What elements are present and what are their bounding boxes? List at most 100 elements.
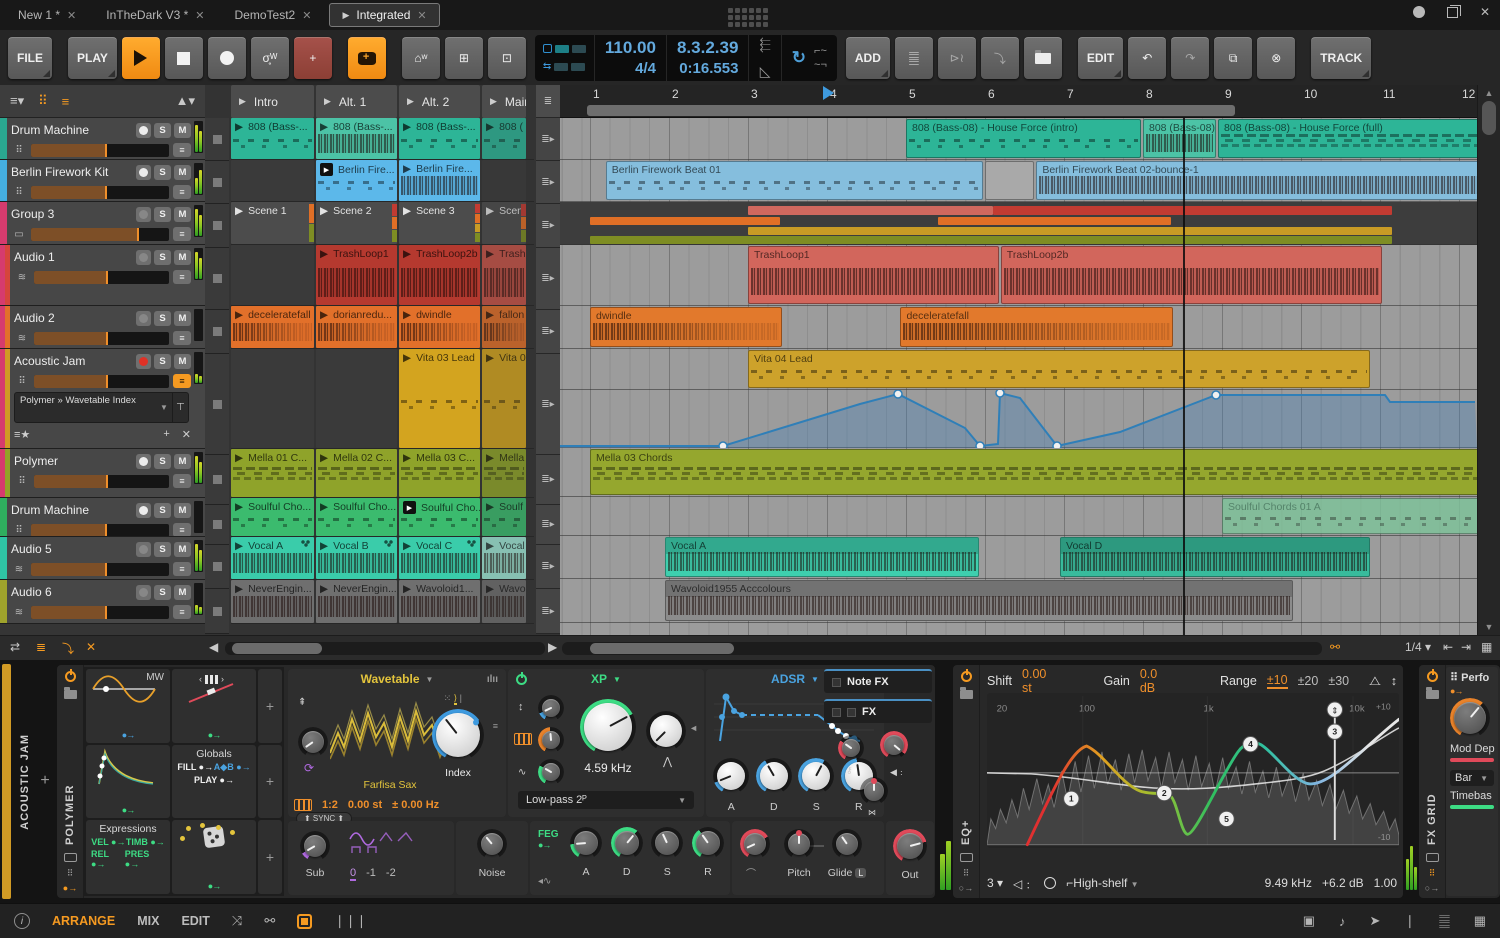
add-group-track-button[interactable] xyxy=(1023,36,1062,79)
knob-osc-shape[interactable] xyxy=(298,727,328,757)
launcher-clip[interactable]: ▶ NeverEngin... xyxy=(231,580,314,623)
volume-fader[interactable] xyxy=(31,562,169,576)
launcher-clip[interactable]: ▶ Vocal xyxy=(482,537,526,579)
track-row[interactable]: Group 3 S M ▭ ≡ xyxy=(0,202,205,245)
tab-close-icon[interactable]: ✕ xyxy=(302,9,311,22)
eq-band-type-select[interactable]: ⌐High-shelf ▼ xyxy=(1066,876,1138,890)
solo-button[interactable]: S xyxy=(154,453,171,469)
wavetable-list-icon[interactable]: ılıı xyxy=(487,674,498,685)
project-tab[interactable]: InTheDark V3 * ✕ xyxy=(94,3,216,27)
eq-range-20[interactable]: ±20 xyxy=(1298,674,1319,688)
tab-close-icon[interactable]: ✕ xyxy=(67,9,76,22)
time-signature-value[interactable]: 4/4 xyxy=(605,60,656,77)
arranger-clip[interactable]: TrashLoop1 xyxy=(748,246,999,304)
play-button[interactable] xyxy=(121,36,160,79)
position-display[interactable]: 8.3.2.39 0:16.553 xyxy=(667,34,750,81)
volume-fader[interactable] xyxy=(31,143,169,157)
dual-panel-icon[interactable]: ⤨ xyxy=(232,913,242,929)
modulator-globals[interactable]: Globals FILL ●→ A◆B ●→ PLAY ●→ xyxy=(172,744,256,819)
modulator-out-icon[interactable]: ●→ xyxy=(63,884,77,893)
launcher-clip[interactable]: ▶ Wavoloid1... xyxy=(399,580,480,623)
launcher-clip[interactable]: ▶ 808 ( xyxy=(482,118,526,159)
remove-modulation-icon[interactable]: ✕ xyxy=(182,428,191,441)
knob-voice-volume[interactable] xyxy=(880,731,908,759)
mute-button[interactable]: M xyxy=(174,353,191,369)
scroll-up-arrow[interactable]: ▲ xyxy=(1478,88,1500,98)
fx-grid-power-icon[interactable] xyxy=(1426,669,1438,682)
launcher-clip[interactable]: ▶ Mella 03 C... xyxy=(399,449,480,497)
mute-button[interactable]: M xyxy=(174,249,191,265)
vertical-scrollbar[interactable]: ▲ ▼ xyxy=(1477,85,1500,635)
track-menu-button[interactable]: ≡ xyxy=(173,562,191,576)
solo-button[interactable]: S xyxy=(154,584,171,600)
knob-velocity-sens[interactable] xyxy=(838,735,864,761)
project-tab[interactable]: ▶ Integrated ✕ xyxy=(329,3,440,27)
record-arm-button[interactable] xyxy=(136,310,151,326)
mute-button[interactable]: M xyxy=(174,584,191,600)
pre-roll-icon[interactable]: ⌐~ ~¬ xyxy=(814,45,827,70)
add-modulation-icon[interactable]: + xyxy=(163,428,169,440)
tab-close-icon[interactable]: ✕ xyxy=(195,9,204,22)
record-arm-button[interactable] xyxy=(136,206,151,222)
arranger-clip[interactable]: TrashLoop2b xyxy=(1000,246,1382,304)
track-menu-button[interactable]: TRACK xyxy=(1311,36,1372,79)
zoom-in-icon[interactable]: ⇥ xyxy=(1461,640,1471,654)
zoom-out-icon[interactable]: ⇤ xyxy=(1443,640,1453,654)
track-menu-button[interactable]: ≡ xyxy=(173,331,191,345)
mute-button[interactable]: M xyxy=(174,502,191,518)
scene-row-launch-button[interactable]: ≣▸ xyxy=(536,545,560,589)
solo-button[interactable]: S xyxy=(154,502,171,518)
arranger-clip[interactable]: Berlin Firework Beat 01 xyxy=(605,161,983,200)
stop-button[interactable] xyxy=(164,36,203,79)
launcher-clip[interactable]: ▶ Soulf xyxy=(482,498,526,536)
list-view-icon[interactable]: ≡ xyxy=(62,94,70,109)
launcher-clip[interactable]: ▶ TrashLoop2b xyxy=(399,245,480,305)
osc-detune-value[interactable]: 0.00 st xyxy=(348,799,382,811)
arranger-clip[interactable]: 808 (Bass-08) xyxy=(1143,119,1217,158)
scene-row-launch-button[interactable]: ≣▸ xyxy=(536,204,560,248)
time-value[interactable]: 0:16.553 xyxy=(677,60,738,77)
solo-button[interactable]: S xyxy=(154,164,171,180)
add-instrument-track-button[interactable]: 𝄛 xyxy=(894,36,933,79)
browser-panel-icon[interactable]: ▣ xyxy=(1303,913,1315,929)
knob-filter-lfo[interactable] xyxy=(538,759,564,785)
add-device-button[interactable]: + xyxy=(36,770,54,792)
mute-button[interactable]: M xyxy=(174,206,191,222)
launcher-empty-cell[interactable] xyxy=(231,245,314,305)
arranger-loop-icon[interactable]: ↻ xyxy=(792,48,806,68)
solo-button[interactable]: S xyxy=(154,249,171,265)
play-menu-button[interactable]: PLAY xyxy=(68,36,117,79)
knob-noise[interactable] xyxy=(477,829,507,859)
solo-button[interactable]: S xyxy=(154,353,171,369)
arranger-clip[interactable]: Vocal A xyxy=(665,537,980,577)
file-menu-button[interactable]: FILE xyxy=(8,36,52,79)
volume-fader[interactable] xyxy=(31,523,169,536)
mute-button[interactable]: M xyxy=(174,541,191,557)
arranger-stop-button[interactable] xyxy=(205,204,229,248)
fx-grid-remote-icon[interactable] xyxy=(1425,853,1439,862)
launcher-clip[interactable]: ▶ Vocal B xyxy=(316,537,397,579)
sub-oct-0[interactable]: 0 xyxy=(350,867,357,881)
launcher-empty-cell[interactable] xyxy=(231,160,314,201)
volume-fader[interactable] xyxy=(31,605,169,619)
scene-row-launch-button[interactable]: ≣▸ xyxy=(536,354,560,455)
zoom-link-icon[interactable]: ⚯ xyxy=(1330,640,1340,654)
arrangement-loop-region[interactable] xyxy=(587,105,1235,116)
song-position-value[interactable]: 8.3.2.39 xyxy=(677,38,738,57)
eq-power-icon[interactable] xyxy=(960,669,972,682)
launcher-clip[interactable]: ▶ TrashLoop1 xyxy=(316,245,397,305)
mod-route-icon[interactable]: ●→ xyxy=(172,730,256,740)
eq-band-freq-value[interactable]: 9.49 kHz xyxy=(1265,876,1312,890)
track-row[interactable]: Polymer S M ⠿ ≡ xyxy=(0,449,205,498)
modulator-envelope[interactable]: ●→ xyxy=(86,744,170,819)
group-scene-cell[interactable]: ▶ Scene 2 xyxy=(316,202,397,244)
track-row[interactable]: Drum Machine S M ⠿ ≡ xyxy=(0,118,205,160)
eq-scale-icon[interactable]: ↕ xyxy=(1391,674,1397,688)
launcher-clip[interactable]: ▶ Mella 01 C... xyxy=(231,449,314,497)
fx-grid-folder-icon[interactable] xyxy=(1425,687,1439,699)
launcher-scroll-left[interactable]: ◀ xyxy=(209,640,218,654)
arranger-clip[interactable]: 808 (Bass-08) - House Force (full) xyxy=(1218,119,1481,158)
automation-write-button[interactable]: σ̥ᵂ xyxy=(250,36,289,79)
mod-route-icon[interactable]: ●→ xyxy=(172,881,256,891)
arranger-clip[interactable]: Wavoloid1955 Acccolours xyxy=(665,580,1294,621)
